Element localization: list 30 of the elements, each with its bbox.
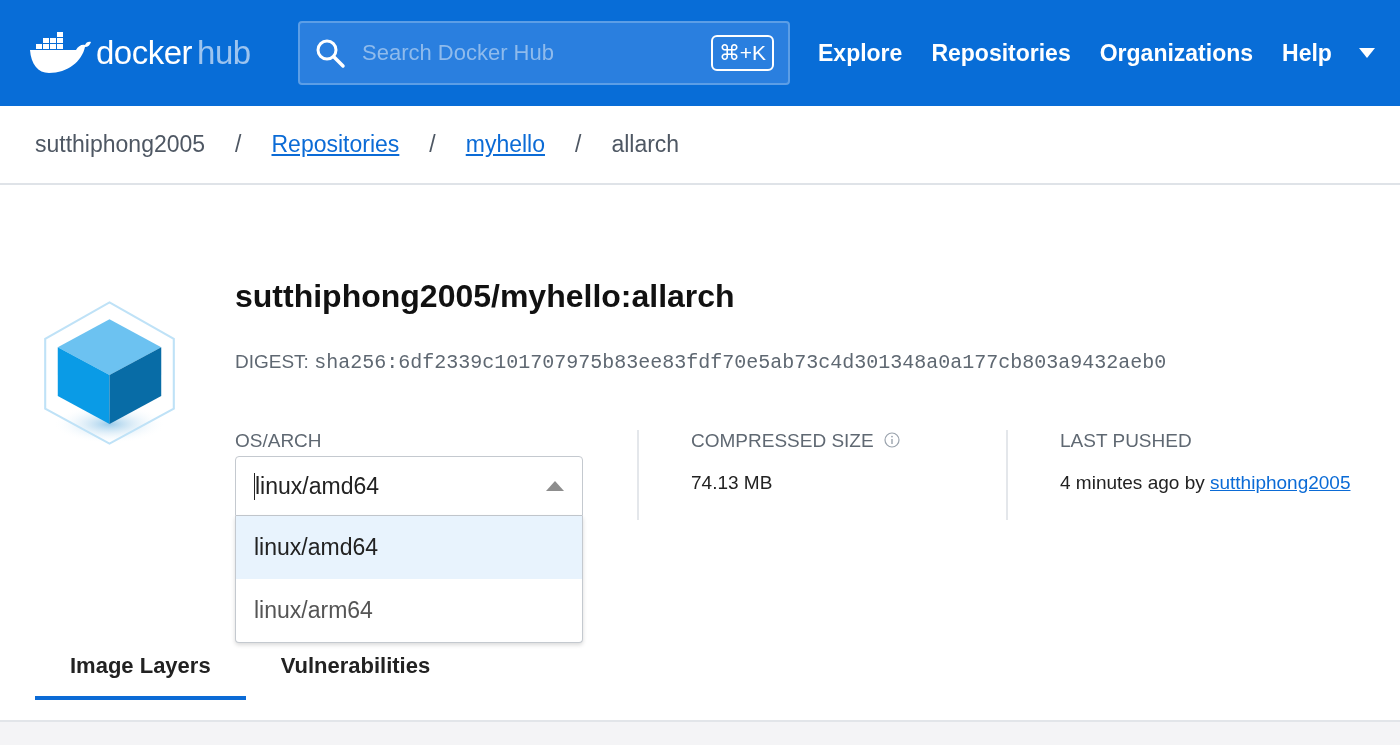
- digest-text: DIGEST: sha256:6df2339c101707975b83ee83fdf70e5ab73c4d301348a0a177cb803a9432aeb0: [235, 351, 1168, 374]
- last-pushed-label: LAST PUSHED: [1060, 430, 1192, 452]
- breadcrumb-separator: /: [235, 131, 242, 158]
- compressed-size-value: 74.13 MB: [691, 472, 774, 494]
- breadcrumb-link[interactable]: myhello: [465, 131, 545, 158]
- keyboard-shortcut: ⌘+K: [710, 35, 774, 71]
- search-icon: [314, 37, 346, 69]
- image-title: sutthiphong2005/myhello:allarch: [235, 278, 736, 315]
- breadcrumb-text: allarch: [611, 131, 680, 158]
- caret-icon: [546, 481, 564, 491]
- nav-link[interactable]: Repositories: [931, 39, 1071, 67]
- last-pushed-text: 4 minutes ago by sutthiphong2005: [1060, 472, 1352, 494]
- nav-link[interactable]: Help: [1282, 39, 1332, 67]
- breadcrumb-separator: /: [429, 131, 436, 158]
- breadcrumb-text: sutthiphong2005: [35, 131, 206, 158]
- compressed-size-label: COMPRESSED SIZE: [691, 430, 874, 452]
- tab[interactable]: Image Layers: [35, 638, 246, 700]
- caret-icon[interactable]: [1358, 48, 1375, 58]
- os-arch-label: OS/ARCH: [235, 430, 322, 452]
- brand-name[interactable]: docker: [96, 34, 193, 72]
- breadcrumb-separator: /: [575, 131, 582, 158]
- whale-logo-icon: [28, 32, 92, 74]
- nav-link[interactable]: Organizations: [1099, 39, 1254, 67]
- nav-link[interactable]: Explore: [818, 39, 903, 67]
- breadcrumb-link[interactable]: Repositories: [271, 131, 400, 158]
- dropdown-option[interactable]: linux/amd64: [236, 516, 582, 579]
- user-link[interactable]: sutthiphong2005: [1210, 472, 1351, 493]
- brand-suffix[interactable]: hub: [197, 34, 251, 72]
- search-field[interactable]: Search Docker Hub ⌘+K: [298, 21, 790, 85]
- search-input[interactable]: Search Docker Hub: [360, 39, 697, 67]
